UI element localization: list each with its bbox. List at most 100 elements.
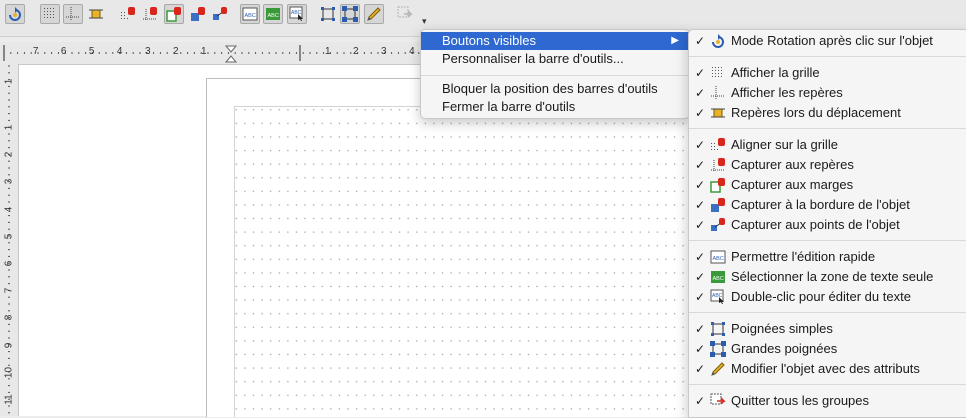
- check-icon: ✓: [695, 362, 706, 376]
- menu-separator: [689, 128, 966, 129]
- snap-margins-icon: [710, 178, 725, 193]
- quick-edit-icon: ABC: [242, 7, 258, 21]
- submenu-item-guides-when-moving[interactable]: ✓ Repères lors du déplacement: [689, 103, 966, 123]
- simple-handles-icon: [711, 322, 725, 336]
- check-icon: ✓: [695, 394, 706, 408]
- menu-separator: [689, 312, 966, 313]
- snap-to-guides-button[interactable]: [140, 4, 160, 24]
- edit-attributes-icon: [367, 7, 381, 21]
- vertical-ruler-number: 7: [3, 287, 15, 294]
- ruler-number: 3: [144, 46, 151, 57]
- double-click-text-button[interactable]: ABC: [287, 4, 307, 24]
- rotate-icon: [712, 34, 724, 48]
- menu-item-label: Boutons visibles: [442, 33, 536, 48]
- vertical-ruler-number: 2: [3, 151, 15, 158]
- submenu-item-label: Capturer aux repères: [731, 157, 854, 172]
- ruler-number: 3: [381, 46, 387, 57]
- toolbar-context-menu: Boutons visibles ▶ Personnaliser la barr…: [420, 29, 690, 119]
- menu-item-visible-buttons[interactable]: Boutons visibles ▶: [421, 32, 689, 50]
- simple-handles-button[interactable]: [318, 4, 338, 24]
- submenu-item-snap-margins[interactable]: ✓ Capturer aux marges: [689, 175, 966, 195]
- show-grid-button[interactable]: [40, 4, 60, 24]
- snap-guides-icon: [143, 7, 157, 21]
- menu-item-label: Fermer la barre d'outils: [442, 99, 576, 114]
- snap-points-icon: [213, 7, 227, 20]
- submenu-item-quick-edit[interactable]: ✓ ABC Permettre l'édition rapide: [689, 247, 966, 267]
- snap-to-grid-button[interactable]: [118, 4, 138, 24]
- submenu-item-snap-guides[interactable]: ✓ Capturer aux repères: [689, 155, 966, 175]
- menu-item-customize-toolbar[interactable]: Personnaliser la barre d'outils...: [421, 50, 689, 68]
- svg-text:ABC: ABC: [713, 276, 724, 282]
- ruler-number: 7: [32, 46, 39, 57]
- submenu-item-edit-attributes[interactable]: ✓ Modifier l'objet avec des attributs: [689, 359, 966, 379]
- submenu-item-label: Permettre l'édition rapide: [731, 249, 876, 264]
- check-icon: ✓: [695, 66, 706, 80]
- check-icon: ✓: [695, 138, 706, 152]
- vertical-ruler[interactable]: 1 1 2 3 4 5 6 7 8 9 10 11: [0, 64, 19, 416]
- exit-groups-icon: [397, 6, 413, 18]
- snap-margins-icon: [166, 7, 181, 22]
- snap-to-object-points-button[interactable]: [210, 4, 230, 24]
- show-guides-button[interactable]: [63, 4, 83, 24]
- submenu-item-large-handles[interactable]: ✓ Grandes poignées: [689, 339, 966, 359]
- select-text-area-icon: ABC: [266, 8, 280, 20]
- check-icon: ✓: [695, 198, 706, 212]
- svg-text:ABC: ABC: [268, 13, 279, 19]
- ruler-number: 1: [200, 46, 207, 57]
- submenu-item-double-click-text[interactable]: ✓ ABC Double-clic pour éditer du texte: [689, 287, 966, 307]
- submenu-item-label: Afficher la grille: [731, 65, 820, 80]
- submenu-item-select-text-area[interactable]: ✓ ABC Sélectionner la zone de texte seul…: [689, 267, 966, 287]
- vertical-ruler-number: 9: [3, 342, 15, 348]
- check-icon: ✓: [695, 322, 706, 336]
- snap-to-margins-button[interactable]: [164, 4, 184, 24]
- grid-icon: [712, 67, 722, 77]
- ruler-number: 6: [60, 46, 67, 57]
- large-handles-button[interactable]: [340, 4, 360, 24]
- snap-to-object-border-button[interactable]: [188, 4, 208, 24]
- svg-text:ABC: ABC: [245, 13, 256, 19]
- edit-with-attributes-button[interactable]: [364, 4, 384, 24]
- select-text-area-button[interactable]: ABC: [263, 4, 283, 24]
- quick-edit-button[interactable]: ABC: [240, 4, 260, 24]
- guides-when-moving-button[interactable]: [86, 4, 106, 24]
- rotate-icon: [9, 7, 21, 21]
- svg-text:ABC: ABC: [712, 293, 723, 299]
- submenu-item-exit-groups[interactable]: ✓ Quitter tous les groupes: [689, 391, 966, 411]
- vertical-ruler-number: 5: [3, 233, 15, 240]
- move-guides-icon: [711, 108, 725, 118]
- indent-marker-icon[interactable]: [224, 45, 238, 63]
- vertical-ruler-number: 4: [3, 206, 15, 212]
- ruler-number: 2: [353, 46, 359, 57]
- menu-item-close-toolbar[interactable]: Fermer la barre d'outils: [421, 98, 689, 116]
- large-handles-icon: [342, 6, 358, 22]
- ruler-number: 4: [116, 46, 123, 57]
- submenu-item-label: Sélectionner la zone de texte seule: [731, 269, 934, 284]
- visible-buttons-submenu: ✓ Mode Rotation après clic sur l'objet ✓…: [688, 29, 966, 418]
- check-icon: ✓: [695, 106, 706, 120]
- menu-separator: [689, 240, 966, 241]
- submenu-item-label: Quitter tous les groupes: [731, 393, 870, 408]
- submenu-item-rotation-mode[interactable]: ✓ Mode Rotation après clic sur l'objet: [689, 31, 966, 51]
- ruler-number: 4: [409, 46, 415, 57]
- toolbar-more-arrow[interactable]: ▾: [422, 16, 427, 27]
- submenu-item-simple-handles[interactable]: ✓ Poignées simples: [689, 319, 966, 339]
- select-text-area-icon: ABC: [711, 271, 725, 283]
- submenu-item-snap-border[interactable]: ✓ Capturer à la bordure de l'objet: [689, 195, 966, 215]
- check-icon: ✓: [695, 86, 706, 100]
- check-icon: ✓: [695, 250, 706, 264]
- ruler-number: 2: [172, 46, 179, 57]
- menu-item-lock-toolbars[interactable]: Bloquer la position des barres d'outils: [421, 80, 689, 98]
- submenu-item-label: Poignées simples: [731, 321, 833, 336]
- submenu-item-show-grid[interactable]: ✓ Afficher la grille: [689, 63, 966, 83]
- vertical-ruler-number: 8: [3, 315, 15, 321]
- menu-item-label: Personnaliser la barre d'outils...: [442, 51, 624, 66]
- submenu-item-label: Repères lors du déplacement: [731, 105, 901, 120]
- submenu-item-label: Modifier l'objet avec des attributs: [731, 361, 920, 376]
- submenu-item-show-guides[interactable]: ✓ Afficher les repères: [689, 83, 966, 103]
- submenu-item-snap-grid[interactable]: ✓ Aligner sur la grille: [689, 135, 966, 155]
- guides-icon: [66, 7, 80, 21]
- rotate-mode-button[interactable]: [5, 4, 25, 24]
- submenu-item-snap-points[interactable]: ✓ Capturer aux points de l'objet: [689, 215, 966, 235]
- exit-all-groups-button[interactable]: [395, 4, 415, 24]
- guides-icon: [711, 86, 725, 100]
